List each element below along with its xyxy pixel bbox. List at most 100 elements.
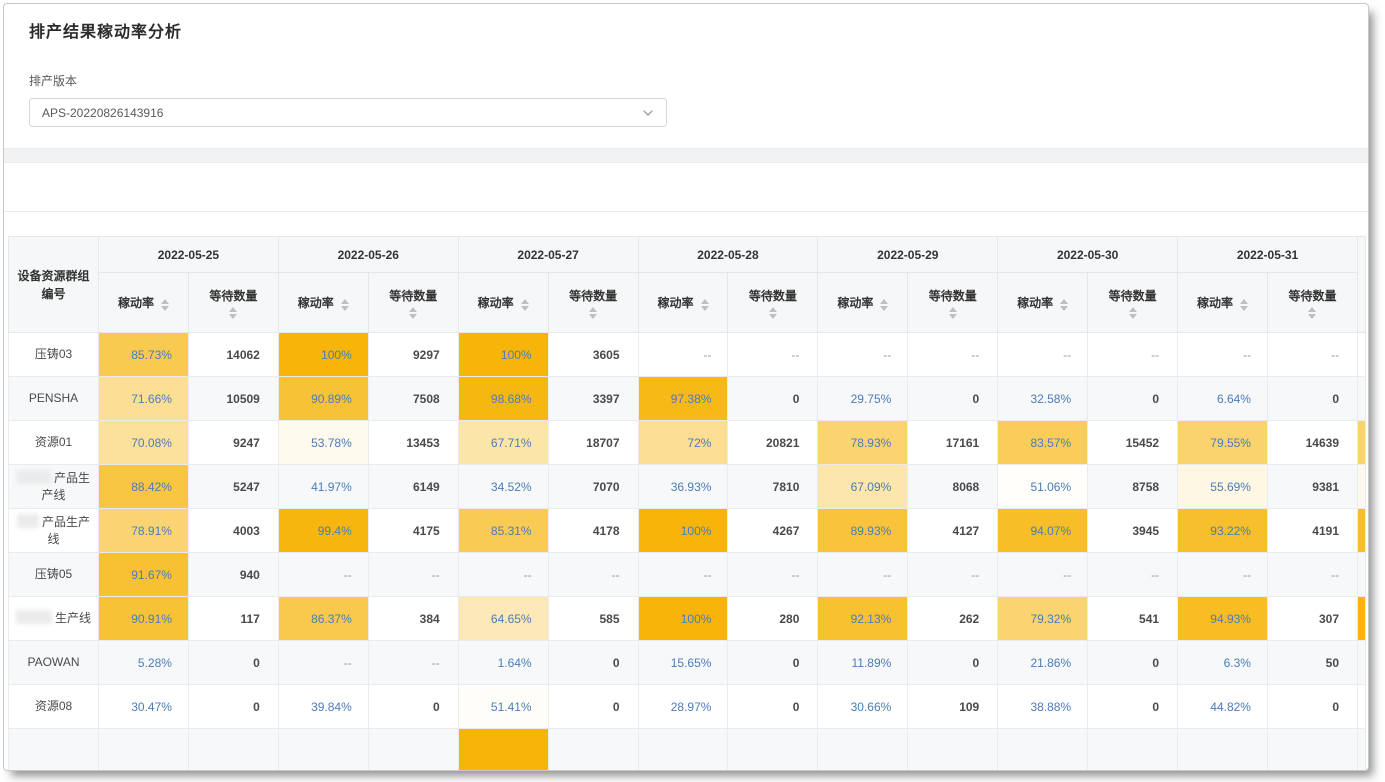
rate-cell: 93.22%	[1178, 509, 1268, 553]
table-row: 产品生产线78.91%400399.4%417585.31%4178100%42…	[9, 509, 1366, 553]
clipped-cell	[1358, 553, 1366, 597]
wait-cell: 0	[728, 685, 818, 729]
sort-icon	[1129, 307, 1137, 319]
rate-cell: 86.37%	[278, 597, 368, 641]
wait-header-inner: 等待数量	[369, 287, 458, 319]
sort-icon	[409, 307, 417, 319]
caret-down-icon	[769, 314, 777, 319]
table-row-partial	[9, 729, 1366, 772]
rate-cell: 98.68%	[458, 377, 548, 421]
rate-cell: 79.55%	[1178, 421, 1268, 465]
wait-cell: 4127	[908, 509, 998, 553]
wait-sort-header[interactable]: 等待数量	[548, 273, 638, 333]
wait-sort-header[interactable]: 等待数量	[908, 273, 998, 333]
caret-down-icon	[701, 306, 709, 311]
row-label: 压铸03	[9, 333, 99, 377]
rate-sort-header[interactable]: 稼动率	[458, 273, 548, 333]
caret-up-icon	[521, 299, 529, 304]
rate-header-inner: 稼动率	[818, 294, 907, 311]
caret-down-icon	[341, 306, 349, 311]
version-select[interactable]: APS-20220826143916	[29, 98, 667, 127]
rate-cell: 6.64%	[1178, 377, 1268, 421]
wait-sort-header[interactable]: 等待数量	[728, 273, 818, 333]
rate-cell: 55.69%	[1178, 465, 1268, 509]
wait-cell: 0	[728, 641, 818, 685]
rate-cell: 39.84%	[278, 685, 368, 729]
wait-cell: 0	[1267, 685, 1357, 729]
rate-cell: 64.65%	[458, 597, 548, 641]
wait-cell: 5247	[188, 465, 278, 509]
rate-sort-header[interactable]: 稼动率	[278, 273, 368, 333]
rate-cell: 85.73%	[99, 333, 189, 377]
wait-cell: 0	[1267, 377, 1357, 421]
wait-cell: 0	[188, 641, 278, 685]
wait-cell: 7508	[368, 377, 458, 421]
rate-cell: --	[638, 553, 728, 597]
rate-sort-header[interactable]: 稼动率	[998, 273, 1088, 333]
sort-icon	[880, 299, 888, 311]
wait-header-label: 等待数量	[389, 287, 437, 304]
rate-cell: 99.4%	[278, 509, 368, 553]
sort-icon	[161, 299, 169, 311]
rate-sort-header[interactable]: 稼动率	[99, 273, 189, 333]
rate-cell: 85.31%	[458, 509, 548, 553]
date-column-header: 2022-05-27	[458, 237, 638, 273]
rate-cell: 94.93%	[1178, 597, 1268, 641]
wait-cell: 14062	[188, 333, 278, 377]
date-column-header: 2022-05-29	[818, 237, 998, 273]
caret-up-icon	[341, 299, 349, 304]
rate-cell: --	[998, 333, 1088, 377]
wait-cell: 8068	[908, 465, 998, 509]
rate-header-label: 稼动率	[1017, 294, 1053, 311]
rate-header-inner: 稼动率	[998, 294, 1087, 311]
table-row: 资源0830.47%039.84%051.41%028.97%030.66%10…	[9, 685, 1366, 729]
rate-cell: 67.71%	[458, 421, 548, 465]
wait-sort-header[interactable]: 等待数量	[188, 273, 278, 333]
rate-cell: 90.91%	[99, 597, 189, 641]
rate-sort-header[interactable]: 稼动率	[1178, 273, 1268, 333]
wait-sort-header[interactable]: 等待数量	[368, 273, 458, 333]
rate-cell: 92.13%	[818, 597, 908, 641]
wait-cell: 0	[548, 641, 638, 685]
wait-cell: 117	[188, 597, 278, 641]
wait-cell: --	[1088, 553, 1178, 597]
row-label: PENSHA	[9, 377, 99, 421]
corner-header: 设备资源群组编号	[9, 237, 99, 333]
rate-header-label: 稼动率	[657, 294, 693, 311]
rate-cell: 29.75%	[818, 377, 908, 421]
rate-header-inner: 稼动率	[1178, 294, 1267, 311]
sort-icon	[701, 299, 709, 311]
app-window: 排产结果稼动率分析 排产版本 APS-20220826143916 设备资源群组…	[3, 3, 1369, 771]
rate-cell: --	[278, 553, 368, 597]
date-column-header: 2022-05-31	[1178, 237, 1358, 273]
wait-cell: 307	[1267, 597, 1357, 641]
date-column-header: 2022-05-30	[998, 237, 1178, 273]
wait-sort-header[interactable]: 等待数量	[1088, 273, 1178, 333]
caret-down-icon	[589, 314, 597, 319]
rate-header-label: 稼动率	[1197, 294, 1233, 311]
wait-cell: 0	[1088, 685, 1178, 729]
caret-down-icon	[161, 306, 169, 311]
clipped-cell	[1358, 421, 1366, 465]
rate-sort-header[interactable]: 稼动率	[638, 273, 728, 333]
clipped-cell	[1358, 509, 1366, 553]
wait-cell: 0	[908, 377, 998, 421]
wait-cell: 7810	[728, 465, 818, 509]
wait-sort-header[interactable]: 等待数量	[1267, 273, 1357, 333]
caret-down-icon	[1129, 314, 1137, 319]
table-row: 产品生产线88.42%524741.97%614934.52%707036.93…	[9, 465, 1366, 509]
wait-header-label: 等待数量	[929, 287, 977, 304]
wait-cell: 940	[188, 553, 278, 597]
rate-sort-header[interactable]: 稼动率	[818, 273, 908, 333]
caret-down-icon	[880, 306, 888, 311]
rate-cell: 38.88%	[998, 685, 1088, 729]
utilization-table: 设备资源群组编号2022-05-252022-05-262022-05-2720…	[8, 236, 1366, 771]
date-column-header: 2022-05-26	[278, 237, 458, 273]
wait-cell: 4191	[1267, 509, 1357, 553]
wait-cell: --	[908, 333, 998, 377]
rate-cell: 70.08%	[99, 421, 189, 465]
sort-icon	[949, 307, 957, 319]
wait-cell: 50	[1267, 641, 1357, 685]
rate-cell: 83.57%	[998, 421, 1088, 465]
redacted-text	[16, 610, 52, 624]
